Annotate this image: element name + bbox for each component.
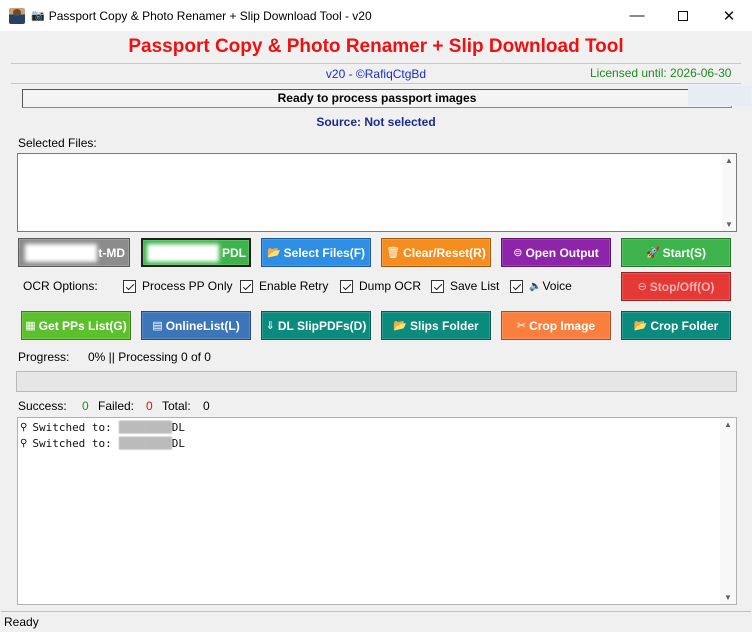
minimize-icon: — (629, 7, 645, 24)
log-line: ⚲ Switched to: ████████ DL (20, 421, 186, 434)
slips-folder-button[interactable]: 📂 Slips Folder (381, 311, 491, 340)
progress-label: Progress: (18, 350, 70, 364)
redacted-text: ████████ (118, 421, 172, 434)
status-bar: Ready (1, 611, 751, 631)
crop-folder-button[interactable]: 📂 Crop Folder (621, 311, 731, 340)
clear-reset-button[interactable]: 🗑 Clear/Reset(R) (381, 238, 491, 267)
app-avatar-icon (9, 7, 25, 24)
files-scrollbar[interactable]: ▲ ▼ (722, 154, 736, 231)
grid-icon: ▦ (25, 320, 36, 332)
crop-image-button[interactable]: ✂ Crop Image (501, 311, 611, 340)
start-button[interactable]: 🚀 Start(S) (621, 238, 731, 267)
windows-watermark (688, 86, 751, 106)
divider (11, 83, 741, 84)
online-list-button[interactable]: ▤ OnlineList(L) (141, 311, 251, 340)
maximize-icon (678, 10, 688, 21)
folder-icon: 📂 (633, 320, 648, 332)
log-line: ⚲ Switched to: ████████ DL (20, 437, 186, 450)
speaker-icon: 🔈 (529, 280, 542, 292)
scroll-down-icon[interactable]: ▼ (722, 220, 736, 229)
ready-status: Ready to process passport images (22, 89, 732, 108)
redacted-text: ████████ (118, 437, 172, 450)
redacted-area (25, 244, 97, 262)
folder-icon: 📂 (393, 320, 407, 332)
stop-icon: ⊖ (637, 281, 647, 293)
scroll-down-icon[interactable]: ▼ (720, 593, 736, 602)
checkbox-checked[interactable] (340, 279, 353, 293)
ocr-options-label: OCR Options: (23, 279, 98, 293)
failed-count: 0 (146, 399, 153, 413)
maximize-button[interactable] (660, 0, 706, 31)
app-title: Passport Copy & Photo Renamer + Slip Dow… (128, 36, 624, 57)
close-icon: ✕ (722, 7, 736, 25)
source-label: Source: Not selected (316, 115, 436, 129)
selected-files-label: Selected Files: (18, 136, 97, 150)
checkbox-checked[interactable] (240, 279, 253, 293)
rocket-icon: 🚀 (645, 247, 660, 259)
open-output-button[interactable]: ⊜ Open Output (501, 238, 611, 267)
log-scrollbar[interactable]: ▲ ▼ (720, 418, 736, 604)
dump-ocr-checkbox[interactable]: Dump OCR (340, 279, 421, 293)
select-files-button[interactable]: 📂 Select Files(F) (261, 238, 371, 267)
title-bar: 📷 Passport Copy & Photo Renamer + Slip D… (0, 0, 752, 31)
redacted-area (147, 244, 219, 262)
enable-retry-checkbox[interactable]: Enable Retry (240, 279, 328, 293)
total-count: 0 (203, 399, 210, 413)
minimize-button[interactable]: — (614, 0, 660, 31)
save-list-checkbox[interactable]: Save List (431, 279, 499, 293)
license-label: Licensed until: 2026-06-30 (590, 66, 732, 80)
folder-icon: 📂 (266, 247, 281, 259)
success-count: 0 (82, 399, 89, 413)
failed-label: Failed: (98, 399, 135, 413)
progress-text: 0% || Processing 0 of 0 (88, 350, 211, 364)
camera-icon: 📷 (31, 10, 45, 22)
dl-slip-pdfs-button[interactable]: ⇓ DL SlipPDFs(D) (261, 311, 371, 340)
voice-checkbox[interactable]: 🔈 Voice (510, 279, 572, 293)
stop-off-button[interactable]: ⊖ Stop/Off(O) (621, 272, 731, 301)
checkbox-checked[interactable] (123, 279, 136, 293)
checkbox-checked[interactable] (431, 279, 444, 293)
scroll-up-icon[interactable]: ▲ (722, 156, 736, 165)
download-icon: ⇓ (265, 320, 275, 332)
main-window: Passport Copy & Photo Renamer + Slip Dow… (1, 31, 751, 631)
document-icon: ▤ (152, 320, 163, 332)
window-title: Passport Copy & Photo Renamer + Slip Dow… (48, 8, 372, 23)
trash-icon: 🗑 (386, 247, 401, 259)
status-text: Ready (4, 615, 39, 629)
checkbox-checked[interactable] (510, 279, 523, 293)
close-button[interactable]: ✕ (706, 0, 752, 31)
selected-files-list[interactable]: ▲ ▼ (17, 153, 737, 232)
globe-icon: ⊜ (513, 247, 523, 259)
scissors-icon: ✂ (516, 320, 527, 332)
log-output[interactable]: ⚲ Switched to: ████████ DL ⚲ Switched to… (17, 417, 737, 605)
success-label: Success: (18, 399, 67, 413)
scroll-up-icon[interactable]: ▲ (720, 420, 736, 429)
divider (11, 63, 741, 64)
progress-bar (16, 371, 737, 392)
total-label: Total: (162, 399, 191, 413)
mode-md-button[interactable]: t-MD (18, 238, 130, 267)
key-icon: ⚲ (20, 438, 28, 449)
mode-pdl-button[interactable]: PDL (141, 238, 251, 267)
process-pp-only-checkbox[interactable]: Process PP Only (123, 279, 232, 293)
key-icon: ⚲ (20, 422, 28, 433)
get-pps-list-button[interactable]: ▦ Get PPs List(G) (21, 311, 131, 340)
